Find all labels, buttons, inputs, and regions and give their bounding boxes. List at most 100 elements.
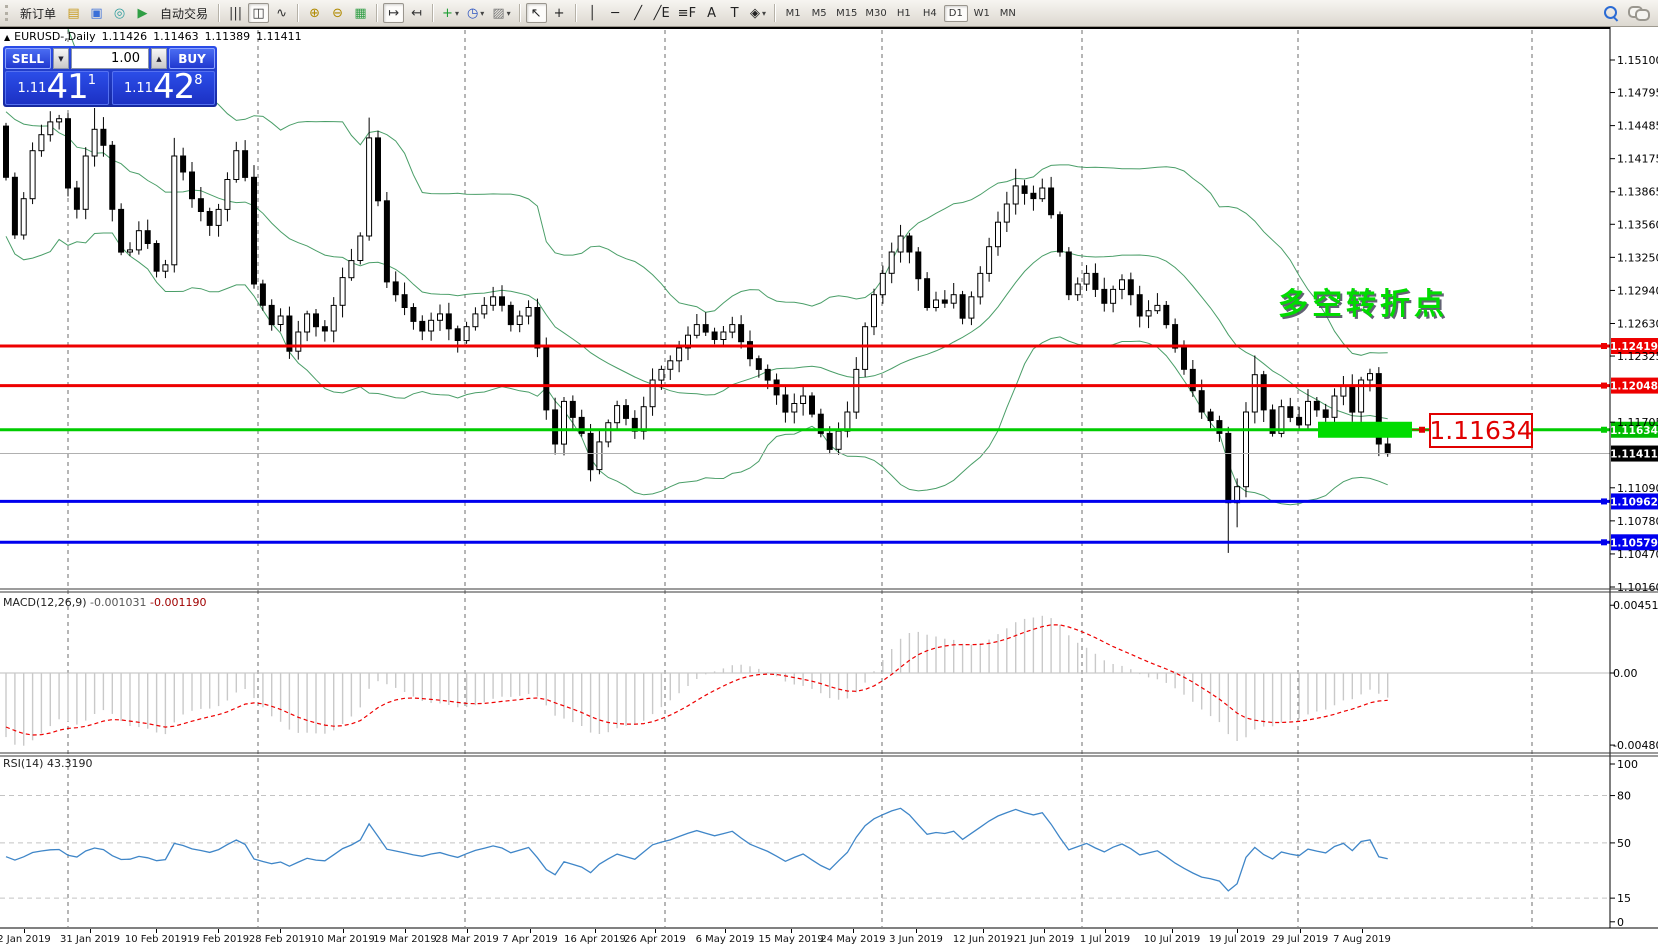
candle-body[interactable] xyxy=(925,279,930,308)
charts-icon[interactable]: ▤ xyxy=(63,3,84,23)
candle-body[interactable] xyxy=(1190,369,1195,390)
chat-icon[interactable] xyxy=(1628,6,1648,20)
timeframe-d1[interactable]: D1 xyxy=(944,5,968,22)
candle-body[interactable] xyxy=(1226,433,1231,502)
chart-canvas[interactable]: 1.124191.120481.116341.114111.109621.105… xyxy=(0,27,1658,929)
volume-input[interactable]: 1.00 xyxy=(71,48,149,69)
line-chart-icon[interactable]: ∿ xyxy=(271,3,292,23)
candle-body[interactable] xyxy=(1066,252,1071,295)
new-order-button[interactable]: 新订单 xyxy=(14,2,62,25)
candle-body[interactable] xyxy=(12,177,17,235)
candle-body[interactable] xyxy=(57,119,62,122)
candle-body[interactable] xyxy=(393,282,398,295)
candle-body[interactable] xyxy=(1252,375,1257,412)
candle-body[interactable] xyxy=(1093,273,1098,289)
hline-marker[interactable] xyxy=(1601,498,1607,504)
candle-body[interactable] xyxy=(1297,417,1302,425)
candle-body[interactable] xyxy=(872,295,877,327)
candle-body[interactable] xyxy=(889,252,894,273)
candle-body[interactable] xyxy=(1306,401,1311,425)
toolbar-drag-handle[interactable] xyxy=(5,5,11,21)
candle-body[interactable] xyxy=(1385,444,1390,454)
candle-body[interactable] xyxy=(942,300,947,303)
candle-body[interactable] xyxy=(668,361,673,370)
candle-body[interactable] xyxy=(978,273,983,297)
candle-body[interactable] xyxy=(694,325,699,336)
candle-body[interactable] xyxy=(1164,305,1169,324)
candle-body[interactable] xyxy=(4,126,9,177)
candle-body[interactable] xyxy=(1004,204,1009,222)
candle-body[interactable] xyxy=(243,151,248,178)
chevron-down-icon[interactable]: ▾ xyxy=(762,9,766,18)
candle-body[interactable] xyxy=(827,433,832,449)
candle-body[interactable] xyxy=(1120,280,1125,290)
candle-body[interactable] xyxy=(172,156,177,265)
candle-body[interactable] xyxy=(216,209,221,225)
candle-body[interactable] xyxy=(66,119,71,188)
hline-marker[interactable] xyxy=(1601,539,1607,545)
candle-body[interactable] xyxy=(730,325,735,333)
candle-body[interactable] xyxy=(703,325,708,333)
cursor-icon[interactable]: ↖ xyxy=(526,3,547,23)
candle-body[interactable] xyxy=(1040,188,1045,199)
candle-body[interactable] xyxy=(30,151,35,199)
candle-body[interactable] xyxy=(951,295,956,304)
timeframe-w1[interactable]: W1 xyxy=(970,5,994,22)
profiles-icon[interactable]: ▣ xyxy=(86,3,107,23)
candle-body[interactable] xyxy=(1244,412,1249,487)
candle-body[interactable] xyxy=(83,156,88,209)
candle-body[interactable] xyxy=(597,442,602,470)
periods-icon[interactable]: ◷▾ xyxy=(464,3,487,23)
candle-body[interactable] xyxy=(880,273,885,294)
candle-body[interactable] xyxy=(252,177,257,284)
sell-button[interactable]: SELL xyxy=(5,48,51,69)
callout-anchor[interactable] xyxy=(1419,427,1425,433)
candle-body[interactable] xyxy=(792,404,797,413)
auto-trading-button[interactable]: 自动交易 xyxy=(154,2,214,25)
candle-body[interactable] xyxy=(438,314,443,320)
candle-body[interactable] xyxy=(1102,289,1107,303)
auto-scroll-icon[interactable]: ↦ xyxy=(383,3,404,23)
candle-body[interactable] xyxy=(119,209,124,252)
candle-body[interactable] xyxy=(384,201,389,282)
candle-body[interactable] xyxy=(269,305,274,324)
timeframe-m1[interactable]: M1 xyxy=(781,5,805,22)
candle-body[interactable] xyxy=(1031,193,1036,198)
candle-body[interactable] xyxy=(765,369,770,380)
turning-point-annotation[interactable]: 多空转折点 xyxy=(1278,279,1448,323)
zoom-out-icon[interactable]: ⊖ xyxy=(327,3,348,23)
candle-body[interactable] xyxy=(1323,410,1328,418)
candle-body[interactable] xyxy=(1288,407,1293,418)
candle-body[interactable] xyxy=(1155,305,1160,310)
candle-body[interactable] xyxy=(48,122,53,135)
candle-body[interactable] xyxy=(136,231,141,250)
timeframe-mn[interactable]: MN xyxy=(996,5,1020,22)
volume-increase-button[interactable]: ▲ xyxy=(151,48,167,69)
trendline-icon[interactable]: ╱ xyxy=(628,3,649,23)
candle-body[interactable] xyxy=(500,297,505,306)
candle-body[interactable] xyxy=(544,348,549,410)
candle-body[interactable] xyxy=(508,305,513,324)
market-watch-icon[interactable]: ◎ xyxy=(109,3,130,23)
support-zone-rectangle[interactable] xyxy=(1318,422,1412,438)
candle-body[interactable] xyxy=(1146,311,1151,316)
candle-body[interactable] xyxy=(163,265,168,271)
chevron-down-icon[interactable]: ▾ xyxy=(480,9,484,18)
candle-body[interactable] xyxy=(854,369,859,412)
candle-body[interactable] xyxy=(810,396,815,414)
candle-body[interactable] xyxy=(331,305,336,331)
candle-body[interactable] xyxy=(1128,280,1133,295)
candle-body[interactable] xyxy=(411,308,416,322)
candle-body[interactable] xyxy=(420,321,425,331)
candle-body[interactable] xyxy=(898,236,903,252)
candle-body[interactable] xyxy=(1368,374,1373,380)
candle-body[interactable] xyxy=(677,348,682,361)
tile-windows-icon[interactable]: ▦ xyxy=(350,3,371,23)
candle-body[interactable] xyxy=(570,401,575,417)
candle-body[interactable] xyxy=(1084,273,1089,284)
candle-body[interactable] xyxy=(464,327,469,341)
candle-body[interactable] xyxy=(101,129,106,145)
bar-chart-icon[interactable]: ||| xyxy=(225,3,246,23)
candle-body[interactable] xyxy=(526,308,531,317)
candle-body[interactable] xyxy=(1022,186,1027,194)
